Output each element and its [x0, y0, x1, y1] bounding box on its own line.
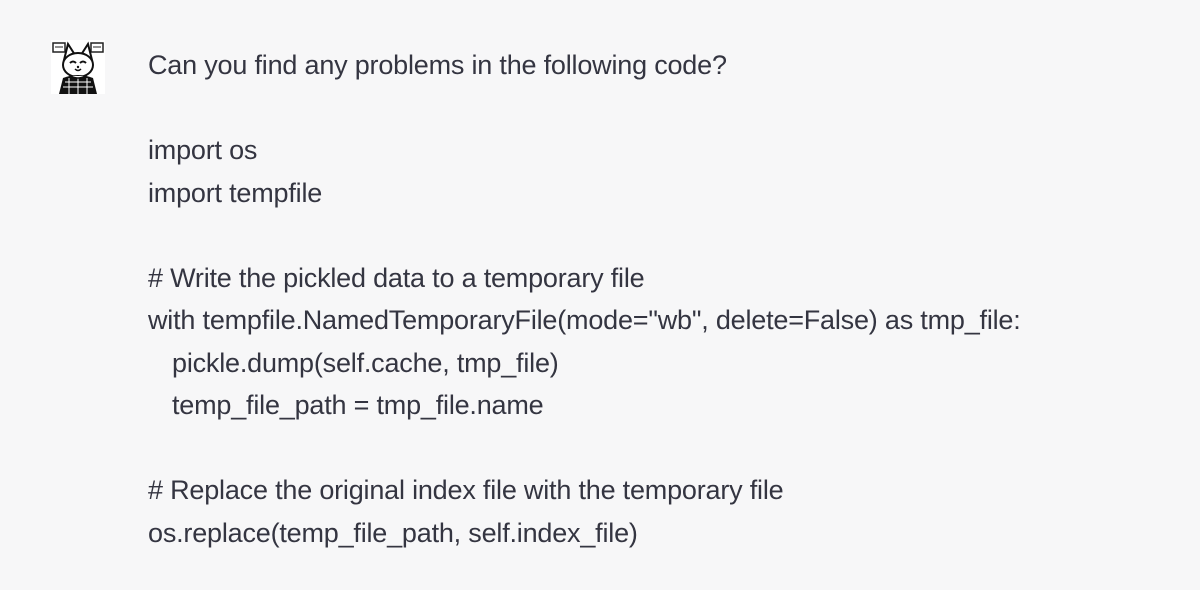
code-line: with tempfile.NamedTemporaryFile(mode="w…: [148, 305, 1021, 335]
question-text: Can you find any problems in the followi…: [148, 50, 727, 80]
user-avatar-cat-icon: [51, 40, 105, 94]
user-message: Can you find any problems in the followi…: [0, 0, 1200, 590]
code-comment: # Write the pickled data to a temporary …: [148, 262, 645, 293]
code-line: temp_file_path = tmp_file.name: [172, 390, 544, 420]
code-comment: # Replace the original index file with t…: [148, 475, 784, 505]
code-line: import tempfile: [148, 177, 323, 208]
message-text: Can you find any problems in the followi…: [148, 44, 1168, 554]
code-line: import os: [148, 135, 258, 165]
code-line: pickle.dump(self.cache, tmp_file): [172, 347, 559, 378]
code-line: os.replace(temp_file_path, self.index_fi…: [148, 517, 638, 548]
